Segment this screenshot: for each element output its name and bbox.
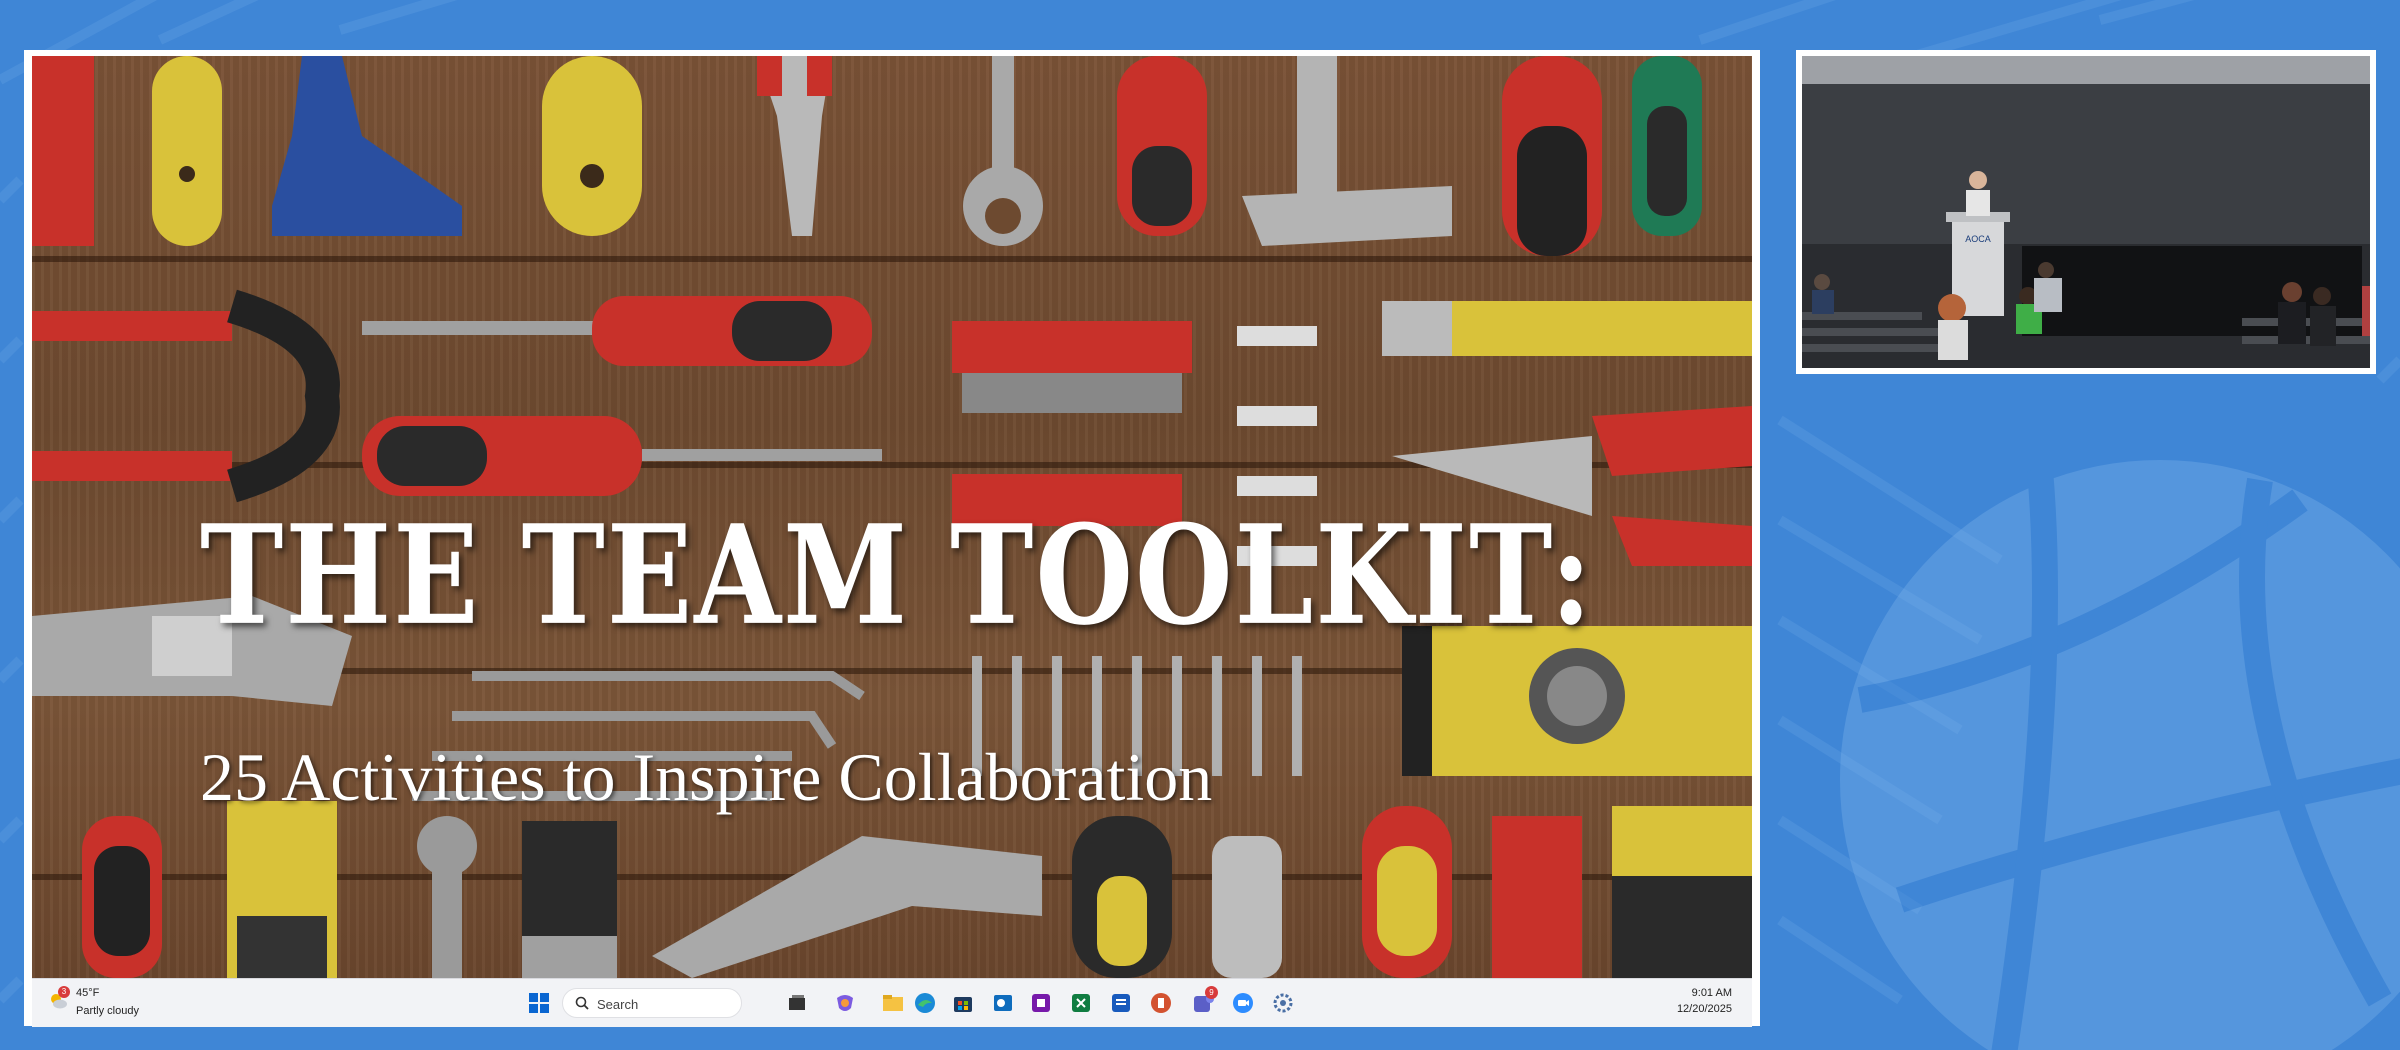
system-clock[interactable]: 9:01 AM 12/20/2025 (1677, 985, 1732, 1017)
powerpoint-icon[interactable] (1148, 990, 1174, 1016)
tool-bit-set-icon (952, 321, 1192, 413)
tool-paint-brush-icon (522, 821, 617, 978)
onenote-icon[interactable] (1028, 990, 1054, 1016)
shared-screen: THE TEAM TOOLKIT: 25 Activities to Inspi… (24, 50, 1760, 1027)
tool-small-wrench-icon (417, 816, 477, 978)
volleyball-watermark-icon (1840, 460, 2400, 1050)
tool-pliers-icon (757, 56, 832, 236)
clock-time: 9:01 AM (1691, 987, 1732, 999)
tool-yellow-box-icon (1612, 806, 1752, 978)
webcam-panel: AOCA (1796, 50, 2376, 374)
copilot-icon[interactable] (832, 990, 858, 1016)
tool-yellow-screwdriver-icon (1072, 816, 1172, 978)
outlook-icon[interactable] (990, 990, 1016, 1016)
tool-level-icon (32, 56, 94, 246)
tool-chrome-handle-icon (1212, 836, 1282, 978)
weather-temperature: 45°F (76, 987, 100, 999)
tool-yellow-handle-2-icon (542, 56, 642, 236)
tool-wrench-icon (963, 56, 1043, 246)
tool-green-screwdriver-icon (1632, 56, 1702, 236)
tool-flat-screwdriver-icon (362, 296, 872, 366)
tool-black-handle-icon (1502, 56, 1602, 256)
edge-icon[interactable] (912, 990, 938, 1016)
excel-icon[interactable] (1068, 990, 1094, 1016)
tool-phillips-screwdriver-icon (362, 416, 882, 496)
task-view-icon[interactable] (784, 990, 810, 1016)
tool-caliper-icon (1242, 56, 1452, 246)
zoom-icon[interactable] (1230, 990, 1256, 1016)
search-icon (575, 996, 589, 1010)
tool-bottom-screwdriver-icon (82, 816, 162, 978)
conference-room-scene: AOCA (1802, 56, 2370, 368)
presenter-figure (1966, 171, 1990, 216)
tool-red-yellow-handle-icon (1362, 806, 1452, 978)
weather-badge: 3 (58, 986, 70, 998)
tool-hammer-icon (652, 836, 1042, 978)
taskbar: 3 45°F Partly cloudy Search 9 9:01 AM 12… (32, 978, 1752, 1027)
slide-subtitle: 25 Activities to Inspire Collaboration (200, 739, 1213, 815)
tool-red-screwdriver-icon (1117, 56, 1207, 236)
tool-yellow-handle-icon (152, 56, 222, 246)
taskbar-search-box[interactable]: Search (562, 988, 742, 1018)
tool-scraper-icon (272, 56, 462, 236)
file-explorer-icon[interactable] (880, 990, 906, 1016)
presentation-slide: THE TEAM TOOLKIT: 25 Activities to Inspi… (32, 56, 1752, 978)
webcam-feed: AOCA (1802, 56, 2370, 368)
settings-icon[interactable] (1270, 990, 1296, 1016)
tool-tape-measure-icon (1382, 301, 1752, 356)
tool-nippers-icon (32, 289, 340, 503)
tool-utility-knife-icon (227, 801, 337, 978)
store-icon[interactable] (950, 990, 976, 1016)
teams-icon[interactable]: 9 (1190, 986, 1218, 1016)
weather-condition: Partly cloudy (76, 1005, 139, 1017)
podium-sign: AOCA (1965, 234, 1991, 244)
search-placeholder: Search (597, 997, 639, 1012)
tool-red-box-icon (1492, 816, 1582, 978)
windows-start-icon[interactable] (528, 992, 550, 1014)
clock-date: 12/20/2025 (1676, 1003, 1732, 1015)
slide-title: THE TEAM TOOLKIT: (200, 496, 1594, 656)
teams-badge: 9 (1205, 986, 1218, 999)
word-icon[interactable] (1108, 990, 1134, 1016)
